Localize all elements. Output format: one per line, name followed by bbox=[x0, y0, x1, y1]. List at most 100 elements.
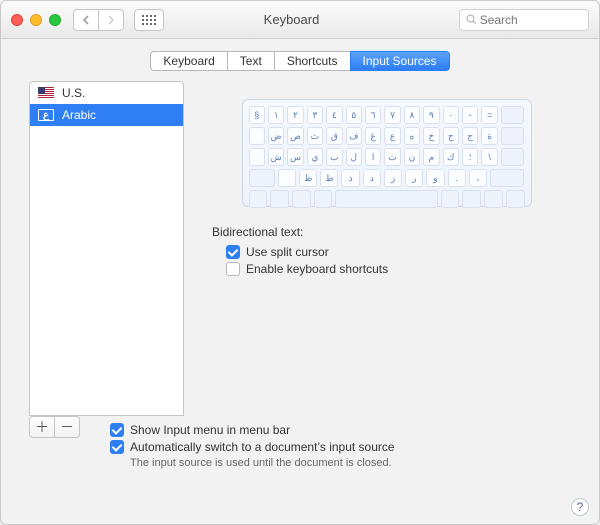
key: ن bbox=[404, 148, 420, 166]
key: ة bbox=[481, 127, 497, 145]
key: ت bbox=[384, 148, 400, 166]
key: ٣ bbox=[307, 106, 323, 124]
key: ي bbox=[307, 148, 323, 166]
source-label: Arabic bbox=[62, 108, 96, 122]
nav-buttons bbox=[73, 9, 124, 31]
key: ذ bbox=[341, 169, 359, 187]
key-modifier bbox=[501, 106, 525, 124]
key: د bbox=[363, 169, 381, 187]
key-modifier bbox=[490, 169, 524, 187]
key: ف bbox=[346, 127, 362, 145]
key-modifier bbox=[501, 148, 525, 166]
footer-options: Show Input menu in menu bar Automaticall… bbox=[80, 416, 423, 481]
key: § bbox=[249, 106, 265, 124]
window-title: Keyboard bbox=[124, 12, 459, 27]
tab-bar: Keyboard Text Shortcuts Input Sources bbox=[1, 39, 599, 81]
key: ٦ bbox=[365, 106, 381, 124]
help-button[interactable]: ? bbox=[571, 498, 589, 516]
source-item-arabic[interactable]: ع Arabic bbox=[30, 104, 183, 126]
search-field[interactable] bbox=[459, 9, 589, 31]
source-item-us[interactable]: U.S. bbox=[30, 82, 183, 104]
preferences-window: Keyboard Keyboard Text Shortcuts Input S… bbox=[0, 0, 600, 525]
key-modifier bbox=[462, 190, 481, 208]
key: · bbox=[249, 148, 265, 166]
key: ٢ bbox=[287, 106, 303, 124]
key: ط bbox=[320, 169, 338, 187]
key: ؛ bbox=[462, 148, 478, 166]
bidi-label: Bidirectional text: bbox=[212, 225, 571, 239]
window-controls bbox=[11, 14, 61, 26]
input-sources-list[interactable]: U.S. ع Arabic bbox=[29, 81, 184, 416]
key: س bbox=[287, 148, 303, 166]
tab-keyboard[interactable]: Keyboard bbox=[150, 51, 227, 71]
footer-hint: The input source is used until the docum… bbox=[130, 457, 395, 469]
checkbox-show-input-menu[interactable] bbox=[110, 423, 124, 437]
tab-input-sources[interactable]: Input Sources bbox=[350, 51, 450, 71]
key: خ bbox=[423, 127, 439, 145]
key-modifier bbox=[441, 190, 460, 208]
key: ٩ bbox=[423, 106, 439, 124]
key-modifier bbox=[292, 190, 311, 208]
checkbox-label: Enable keyboard shortcuts bbox=[246, 262, 388, 276]
back-button[interactable] bbox=[73, 9, 99, 31]
flag-us-icon bbox=[38, 87, 54, 99]
titlebar: Keyboard bbox=[1, 1, 599, 39]
key: ك bbox=[443, 148, 459, 166]
forward-button[interactable] bbox=[98, 9, 124, 31]
keyboard-preview: §١٢٣٤٥٦٧٨٩٠-=·ضصثقفغعهخحجة·شسيبلاتنمك؛\·… bbox=[242, 99, 532, 207]
key: ض bbox=[268, 127, 284, 145]
key: = bbox=[481, 106, 497, 124]
key: ٥ bbox=[346, 106, 362, 124]
key-modifier bbox=[270, 190, 289, 208]
tab-shortcuts[interactable]: Shortcuts bbox=[274, 51, 351, 71]
enable-kbd-shortcuts-row[interactable]: Enable keyboard shortcuts bbox=[226, 262, 571, 276]
key: ، bbox=[469, 169, 487, 187]
auto-switch-row[interactable]: Automatically switch to a document’s inp… bbox=[110, 440, 395, 454]
key: م bbox=[423, 148, 439, 166]
remove-source-button[interactable]: － bbox=[54, 416, 80, 438]
key: \ bbox=[481, 148, 497, 166]
key: ل bbox=[346, 148, 362, 166]
key-modifier bbox=[314, 190, 333, 208]
key: ٧ bbox=[384, 106, 400, 124]
key-space bbox=[335, 190, 437, 208]
key: ز bbox=[384, 169, 402, 187]
search-input[interactable] bbox=[480, 13, 582, 27]
content-area: U.S. ع Arabic §١٢٣٤٥٦٧٨٩٠-=·ضصثقفغعهخحجة… bbox=[1, 81, 599, 416]
key-modifier bbox=[249, 190, 268, 208]
key: ر bbox=[405, 169, 423, 187]
search-icon bbox=[466, 14, 476, 25]
checkbox-label: Show Input menu in menu bar bbox=[130, 423, 290, 437]
key: ح bbox=[443, 127, 459, 145]
key: · bbox=[249, 127, 265, 145]
checkbox-split-cursor[interactable] bbox=[226, 245, 240, 259]
key: . bbox=[448, 169, 466, 187]
key: ق bbox=[326, 127, 342, 145]
source-label: U.S. bbox=[62, 86, 85, 100]
add-source-button[interactable]: ＋ bbox=[29, 416, 55, 438]
minimize-button[interactable] bbox=[30, 14, 42, 26]
key: ص bbox=[287, 127, 303, 145]
add-remove-controls: ＋ － bbox=[29, 416, 80, 438]
key: غ bbox=[365, 127, 381, 145]
checkbox-label: Automatically switch to a document’s inp… bbox=[130, 440, 395, 454]
checkbox-kbd-shortcuts[interactable] bbox=[226, 262, 240, 276]
close-button[interactable] bbox=[11, 14, 23, 26]
checkbox-auto-switch[interactable] bbox=[110, 440, 124, 454]
key: ١ bbox=[268, 106, 284, 124]
key: ٤ bbox=[326, 106, 342, 124]
key: - bbox=[462, 106, 478, 124]
source-detail: §١٢٣٤٥٦٧٨٩٠-=·ضصثقفغعهخحجة·شسيبلاتنمك؛\·… bbox=[202, 81, 571, 416]
key: ٠ bbox=[443, 106, 459, 124]
tab-text[interactable]: Text bbox=[227, 51, 275, 71]
key: ه bbox=[404, 127, 420, 145]
zoom-button[interactable] bbox=[49, 14, 61, 26]
use-split-cursor-row[interactable]: Use split cursor bbox=[226, 245, 571, 259]
key: ش bbox=[268, 148, 284, 166]
flag-ar-icon: ع bbox=[38, 109, 54, 121]
key: ج bbox=[462, 127, 478, 145]
key-modifier bbox=[249, 169, 275, 187]
key-modifier bbox=[484, 190, 503, 208]
show-input-menu-row[interactable]: Show Input menu in menu bar bbox=[110, 423, 395, 437]
key: ٨ bbox=[404, 106, 420, 124]
